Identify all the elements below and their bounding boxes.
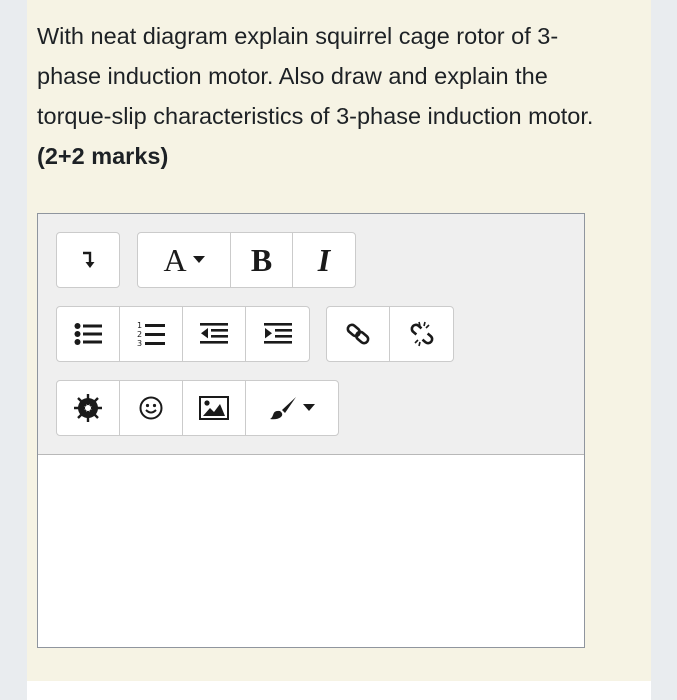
link-icon [346, 323, 370, 345]
media-button[interactable] [57, 381, 120, 435]
unlink-button[interactable] [390, 307, 453, 361]
font-style-button[interactable]: A [138, 233, 231, 287]
bold-icon: B [250, 241, 273, 278]
image-icon [199, 396, 229, 420]
svg-text:3: 3 [137, 339, 142, 348]
chevron-down-icon [303, 404, 315, 411]
italic-icon: I [317, 241, 331, 278]
outdent-button[interactable] [183, 307, 246, 361]
paintbrush-icon [270, 397, 296, 420]
unlink-icon [410, 321, 433, 347]
svg-text:1: 1 [137, 321, 142, 330]
toolbar-toggle-group [56, 232, 120, 288]
link-button[interactable] [327, 307, 390, 361]
numbered-list-button[interactable]: 1 2 3 [120, 307, 183, 361]
outdent-icon [200, 323, 228, 344]
italic-button[interactable]: I [293, 233, 355, 287]
toolbar-toggle-icon [83, 251, 95, 268]
question-body: With neat diagram explain squirrel cage … [37, 23, 594, 129]
indent-button[interactable] [246, 307, 309, 361]
image-button[interactable] [183, 381, 246, 435]
bottom-strip [27, 681, 651, 700]
text-color-button[interactable] [246, 381, 338, 435]
text-format-group: A B I [137, 232, 356, 288]
bullet-list-button[interactable] [57, 307, 120, 361]
answer-editor: A B I 1 2 3 [37, 213, 585, 648]
chevron-down-icon [192, 256, 205, 263]
editor-toolbar: A B I 1 2 3 [38, 214, 584, 455]
numbered-list-icon: 1 2 3 [137, 321, 165, 348]
insert-group [56, 380, 339, 436]
list-indent-group: 1 2 3 [56, 306, 310, 362]
emoji-icon [139, 396, 163, 420]
link-group [326, 306, 454, 362]
editor-content-area[interactable] [38, 455, 584, 647]
media-icon [74, 394, 102, 422]
indent-icon [263, 323, 292, 344]
bold-button[interactable]: B [231, 233, 293, 287]
question-text: With neat diagram explain squirrel cage … [37, 16, 597, 176]
font-style-icon: A [163, 241, 187, 278]
emoji-button[interactable] [120, 381, 183, 435]
svg-text:2: 2 [137, 330, 142, 339]
toolbar-toggle-button[interactable] [57, 233, 119, 287]
question-marks: (2+2 marks) [37, 143, 169, 169]
bullet-list-icon [74, 323, 102, 345]
